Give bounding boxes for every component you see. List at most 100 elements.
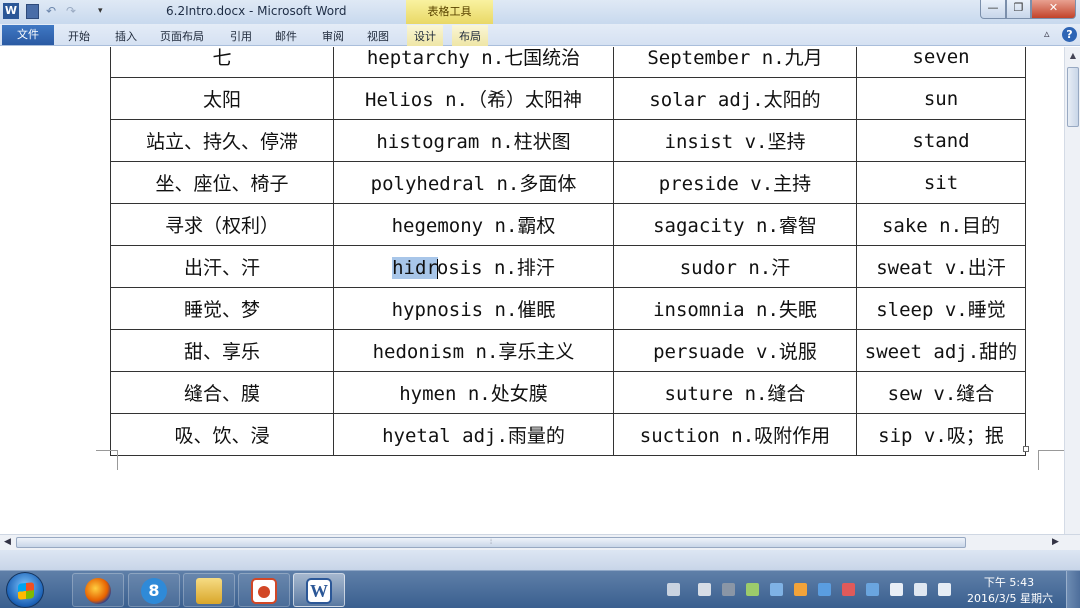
- tab-references[interactable]: 引用: [230, 28, 252, 44]
- table-cell[interactable]: seven: [856, 47, 1026, 78]
- show-desktop-button[interactable]: [1066, 571, 1080, 608]
- maximize-button[interactable]: ❐: [1006, 0, 1031, 19]
- tab-home[interactable]: 开始: [68, 28, 90, 44]
- table-cell[interactable]: sit: [856, 161, 1026, 204]
- tab-page-layout[interactable]: 页面布局: [160, 28, 204, 44]
- undo-icon[interactable]: ↶: [46, 4, 60, 19]
- table-cell[interactable]: hedonism n.享乐主义: [333, 329, 614, 372]
- table-cell[interactable]: sudor n.汗: [613, 245, 857, 288]
- tray-security-icon[interactable]: [842, 583, 855, 596]
- keyboard-icon[interactable]: [667, 583, 680, 596]
- table-cell[interactable]: sagacity n.睿智: [613, 203, 857, 246]
- clock-time[interactable]: 下午 5:43: [974, 574, 1044, 590]
- table-cell[interactable]: hymen n.处女膜: [333, 371, 614, 414]
- table-cell[interactable]: 甜、享乐: [110, 329, 334, 372]
- close-button[interactable]: ✕: [1031, 0, 1076, 19]
- customize-toolbar-icon[interactable]: ▾: [98, 4, 108, 19]
- table-cell[interactable]: persuade v.说服: [613, 329, 857, 372]
- scroll-right-icon[interactable]: ▶: [1052, 537, 1059, 547]
- table-cell[interactable]: sleep v.睡觉: [856, 287, 1026, 330]
- table-cell[interactable]: 缝合、膜: [110, 371, 334, 414]
- tab-table-layout[interactable]: 布局: [452, 25, 488, 46]
- horizontal-scroll-thumb[interactable]: ⦙: [16, 537, 966, 548]
- status-bar: [0, 550, 1080, 570]
- table-cell[interactable]: histogram n.柱状图: [333, 119, 614, 162]
- table-cell[interactable]: hidrosis n.排汗: [333, 245, 614, 288]
- minimize-ribbon-icon[interactable]: ▵: [1044, 27, 1050, 40]
- vertical-scrollbar[interactable]: ▲: [1064, 47, 1080, 534]
- taskbar-sogou-browser[interactable]: 8: [128, 573, 180, 607]
- tray-monitor-icon[interactable]: [722, 583, 735, 596]
- selected-text[interactable]: hidr: [392, 257, 438, 279]
- minimize-button[interactable]: —: [980, 0, 1006, 19]
- table-cell[interactable]: 七: [110, 47, 334, 78]
- tab-mailings[interactable]: 邮件: [275, 28, 297, 44]
- clock-date[interactable]: 2016/3/5 星期六: [966, 590, 1054, 606]
- table-cell[interactable]: September n.九月: [613, 47, 857, 78]
- tray-display-icon[interactable]: [866, 583, 879, 596]
- ribbon-tab-bar: 文件 开始 插入 页面布局 引用 邮件 审阅 视图 设计 布局 ▵ ?: [0, 24, 1080, 46]
- table-cell[interactable]: insomnia n.失眠: [613, 287, 857, 330]
- title-bar: W ↶ ↷ ▾ 6.2Intro.docx - Microsoft Word 表…: [0, 0, 1080, 24]
- table-cell[interactable]: hyetal adj.雨量的: [333, 413, 614, 456]
- table-cell[interactable]: preside v.主持: [613, 161, 857, 204]
- tray-music-icon[interactable]: [746, 583, 759, 596]
- tray-network-icon[interactable]: [770, 583, 783, 596]
- document-page[interactable]: 七 heptarchy n.七国统治 September n.九月 seven 太阳 He…: [0, 47, 1064, 534]
- table-cell[interactable]: sake n.目的: [856, 203, 1026, 246]
- table-cell[interactable]: 吸、饮、浸: [110, 413, 334, 456]
- table-cell[interactable]: heptarchy n.七国统治: [333, 47, 614, 78]
- table-cell[interactable]: suction n.吸附作用: [613, 413, 857, 456]
- table-cell[interactable]: 睡觉、梦: [110, 287, 334, 330]
- taskbar-firefox[interactable]: [72, 573, 124, 607]
- volume-icon[interactable]: [938, 583, 951, 596]
- table-cell[interactable]: hypnosis n.催眠: [333, 287, 614, 330]
- table-cell[interactable]: solar adj.太阳的: [613, 77, 857, 120]
- table-cell[interactable]: 寻求（权利）: [110, 203, 334, 246]
- tray-cloud-icon[interactable]: [794, 583, 807, 596]
- tray-chat-icon[interactable]: [818, 583, 831, 596]
- table-cell[interactable]: 太阳: [110, 77, 334, 120]
- table-cell[interactable]: hegemony n.霸权: [333, 203, 614, 246]
- tab-table-design[interactable]: 设计: [407, 25, 443, 46]
- table-cell[interactable]: sweet adj.甜的: [856, 329, 1026, 372]
- taskbar-word[interactable]: W: [293, 573, 345, 607]
- save-icon[interactable]: [26, 4, 39, 19]
- folder-icon: [196, 578, 222, 604]
- vertical-scroll-thumb[interactable]: [1067, 67, 1079, 127]
- signal-icon[interactable]: [914, 583, 927, 596]
- help-icon[interactable]: ?: [1062, 27, 1077, 42]
- table-cell[interactable]: sun: [856, 77, 1026, 120]
- table-cell[interactable]: 站立、持久、停滞: [110, 119, 334, 162]
- table-cell[interactable]: 坐、座位、椅子: [110, 161, 334, 204]
- tab-file[interactable]: 文件: [2, 25, 54, 45]
- page-margin-corner-right: [1038, 450, 1064, 470]
- table-cell[interactable]: insist v.坚持: [613, 119, 857, 162]
- tab-insert[interactable]: 插入: [115, 28, 137, 44]
- scroll-up-icon[interactable]: ▲: [1067, 50, 1079, 62]
- horizontal-scrollbar[interactable]: ◀ ⦙ ▶: [0, 534, 1080, 550]
- table-cell[interactable]: Helios n.（希）太阳神: [333, 77, 614, 120]
- cell-text: osis n.排汗: [436, 257, 555, 279]
- tab-view[interactable]: 视图: [367, 28, 389, 44]
- table-cell[interactable]: 出汗、汗: [110, 245, 334, 288]
- table-resize-handle[interactable]: [1023, 446, 1029, 452]
- start-button[interactable]: [6, 572, 44, 608]
- table-cell[interactable]: sweat v.出汗: [856, 245, 1026, 288]
- table-row: 太阳 Helios n.（希）太阳神 solar adj.太阳的 sun: [110, 77, 1026, 120]
- table-cell[interactable]: suture n.缝合: [613, 371, 857, 414]
- table-cell[interactable]: sew v.缝合: [856, 371, 1026, 414]
- taskbar-file-explorer[interactable]: [183, 573, 235, 607]
- word-app-icon[interactable]: W: [3, 3, 19, 19]
- tab-review[interactable]: 审阅: [322, 28, 344, 44]
- scroll-left-icon[interactable]: ◀: [4, 537, 11, 547]
- table-cell[interactable]: stand: [856, 119, 1026, 162]
- tray-app-icon[interactable]: [698, 583, 711, 596]
- table-cell[interactable]: sip v.吸；抿: [856, 413, 1026, 456]
- redo-icon[interactable]: ↷: [66, 4, 80, 19]
- taskbar-powerpoint[interactable]: [238, 573, 290, 607]
- power-icon[interactable]: [890, 583, 903, 596]
- table-row: 缝合、膜 hymen n.处女膜 suture n.缝合 sew v.缝合: [110, 371, 1026, 414]
- table-cell[interactable]: polyhedral n.多面体: [333, 161, 614, 204]
- vocabulary-table[interactable]: 七 heptarchy n.七国统治 September n.九月 seven 太阳 He…: [110, 47, 1026, 456]
